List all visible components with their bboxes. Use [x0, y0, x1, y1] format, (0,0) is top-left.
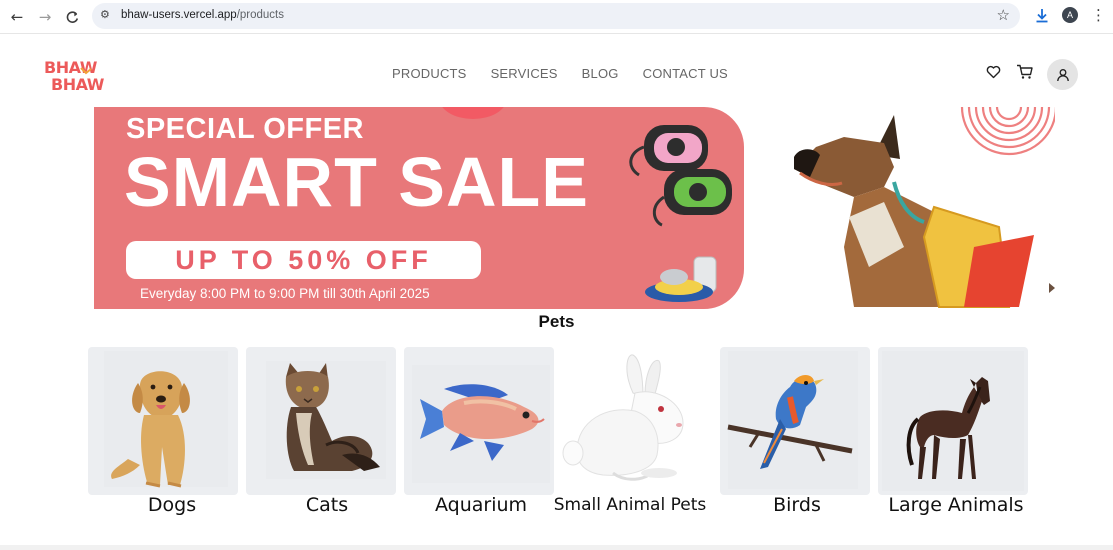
horse-image	[906, 377, 990, 479]
dog-with-bags-illustration	[794, 115, 1034, 308]
nav-products[interactable]: PRODUCTS	[392, 66, 467, 81]
profile-button[interactable]	[1047, 59, 1078, 90]
category-label-birds[interactable]: Birds	[720, 494, 874, 516]
url-path: /products	[236, 9, 285, 21]
discount-pill: UP TO 50% OFF	[126, 241, 481, 279]
discount-text: UP TO 50% OFF	[175, 244, 432, 275]
brand-logo[interactable]: BHAW BHAW	[43, 57, 115, 94]
back-icon[interactable]: ←	[7, 7, 27, 27]
category-label-small-animal-pets[interactable]: Small Animal Pets	[553, 495, 707, 515]
carousel-next-icon[interactable]	[1048, 282, 1056, 294]
nav-blog[interactable]: BLOG	[582, 66, 619, 81]
cart-icon[interactable]	[1016, 64, 1034, 85]
fish-image	[420, 384, 545, 461]
sale-headline: SMART SALE	[124, 143, 589, 221]
svg-text:BHAW: BHAW	[51, 75, 105, 93]
browser-toolbar: ← → ⚙ bhaw-users.vercel.app/products ☆ A…	[0, 0, 1113, 34]
section-title: Pets	[538, 312, 575, 331]
bookmark-star-icon[interactable]: ☆	[997, 6, 1010, 24]
cat-image	[285, 363, 380, 471]
pet-feeder-icon	[645, 256, 717, 302]
forward-icon[interactable]: →	[35, 7, 55, 27]
site-settings-icon[interactable]: ⚙	[100, 8, 114, 22]
category-label-cats[interactable]: Cats	[246, 494, 408, 516]
wishlist-heart-icon[interactable]	[986, 65, 1001, 84]
concentric-arcs-decor	[960, 107, 1055, 156]
promo-banner[interactable]: SPECIAL OFFER SMART SALE UP TO 50% OFF E…	[94, 107, 1055, 309]
sale-schedule: Everyday 8:00 PM to 9:00 PM till 30th Ap…	[140, 286, 430, 301]
category-label-large-animals[interactable]: Large Animals	[878, 494, 1034, 516]
category-card-dogs[interactable]	[88, 347, 238, 495]
offer-label: SPECIAL OFFER	[126, 113, 364, 145]
category-card-cats[interactable]	[246, 347, 396, 495]
account-avatar[interactable]: A	[1062, 7, 1078, 23]
reload-icon[interactable]	[62, 7, 82, 27]
category-card-birds[interactable]	[720, 347, 870, 495]
category-card-large-animals[interactable]	[878, 347, 1028, 495]
bird-image	[727, 375, 853, 469]
green-leash-icon	[652, 169, 732, 227]
url-host: bhaw-users.vercel.app	[121, 9, 237, 21]
pink-leash-icon	[629, 125, 708, 177]
main-navigation: PRODUCTS SERVICES BLOG CONTACT US	[392, 66, 728, 81]
category-label-dogs[interactable]: Dogs	[88, 494, 256, 516]
category-card-small-animal-pets[interactable]	[557, 347, 711, 495]
rabbit-image	[562, 354, 684, 481]
nav-services[interactable]: SERVICES	[491, 66, 558, 81]
nav-contact-us[interactable]: CONTACT US	[643, 66, 728, 81]
user-icon	[1056, 68, 1069, 81]
address-bar[interactable]: ⚙ bhaw-users.vercel.app/products ☆	[92, 3, 1020, 29]
page-bottom-edge	[0, 545, 1113, 550]
url-text[interactable]: bhaw-users.vercel.app/products	[121, 9, 284, 21]
category-label-aquarium[interactable]: Aquarium	[404, 494, 558, 516]
category-card-aquarium[interactable]	[404, 347, 554, 495]
download-icon[interactable]	[1033, 6, 1051, 26]
dog-image	[111, 371, 190, 488]
menu-kebab-icon[interactable]: ⋮	[1091, 6, 1106, 26]
